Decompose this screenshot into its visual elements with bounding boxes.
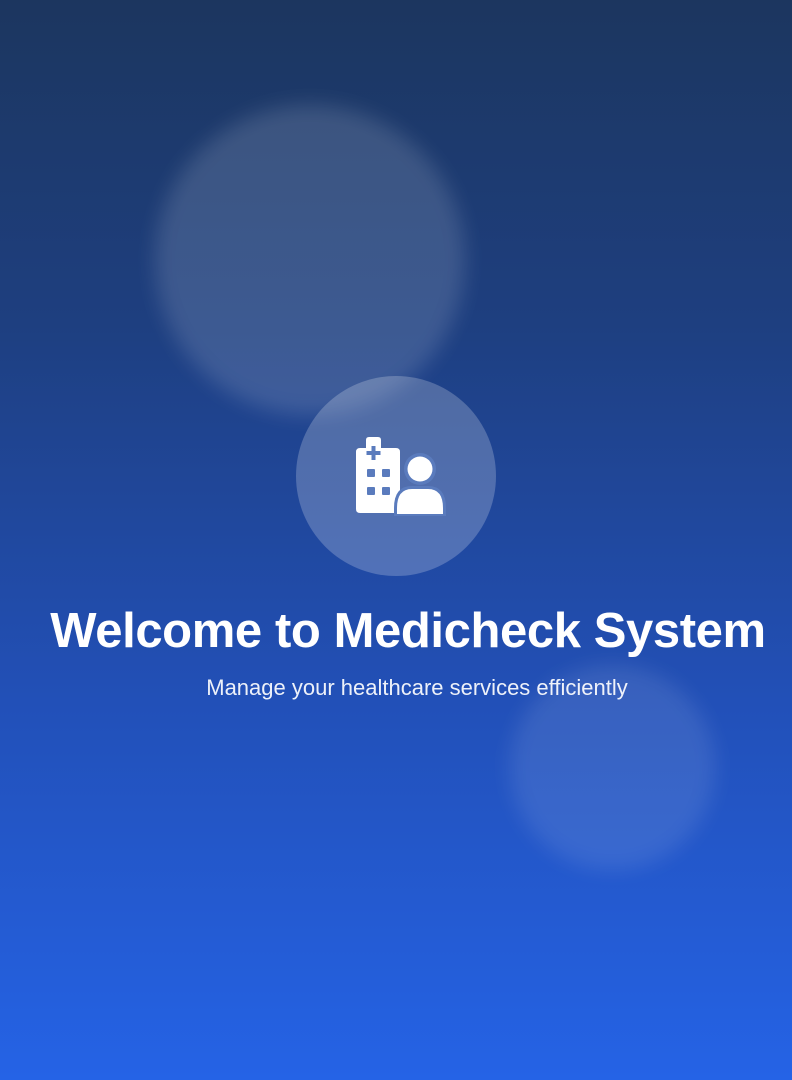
logo-badge: [296, 376, 496, 576]
page-title: Welcome to Medicheck System: [50, 604, 766, 658]
decorative-blob-top: [155, 105, 465, 415]
hospital-user-icon: [356, 437, 446, 516]
page-subtitle: Manage your healthcare services efficien…: [206, 675, 628, 700]
